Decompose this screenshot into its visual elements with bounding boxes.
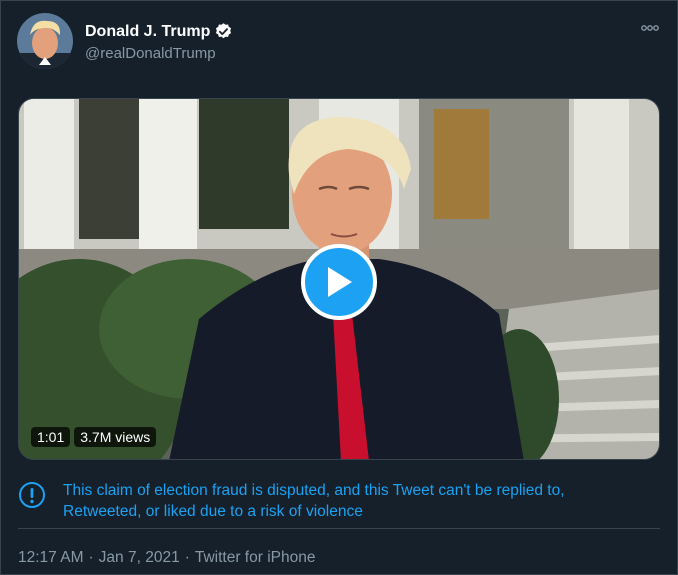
more-options-icon[interactable] — [639, 21, 661, 35]
author-handle[interactable]: @realDonaldTrump — [85, 45, 216, 62]
avatar[interactable] — [17, 13, 73, 69]
tweet-meta: 12:17 AM · Jan 7, 2021 · Twitter for iPh… — [18, 549, 315, 567]
exclamation-circle-icon — [19, 482, 45, 508]
video-player[interactable]: 1:01 3.7M views — [18, 98, 660, 460]
video-duration: 1:01 — [31, 427, 71, 447]
play-button[interactable] — [301, 244, 377, 320]
divider — [18, 528, 660, 529]
play-icon — [328, 267, 352, 297]
tweet-card: Donald J. Trump @realDonaldTrump 1:01 3.… — [0, 0, 678, 575]
video-view-count: 3.7M views — [74, 427, 157, 447]
tweet-source: Twitter for iPhone — [194, 549, 316, 566]
verified-badge-icon — [216, 23, 232, 39]
meta-separator: · — [184, 549, 190, 566]
disputed-claim-notice: This claim of election fraud is disputed… — [18, 480, 623, 522]
author-display-name[interactable]: Donald J. Trump — [85, 23, 210, 41]
notice-text[interactable]: This claim of election fraud is disputed… — [63, 480, 623, 522]
author-name-row[interactable]: Donald J. Trump — [85, 22, 233, 41]
avatar-image — [17, 13, 73, 69]
tweet-date[interactable]: Jan 7, 2021 — [99, 549, 180, 567]
meta-separator: · — [88, 549, 94, 566]
tweet-time[interactable]: 12:17 AM — [18, 549, 84, 567]
video-badges: 1:01 3.7M views — [31, 427, 157, 447]
